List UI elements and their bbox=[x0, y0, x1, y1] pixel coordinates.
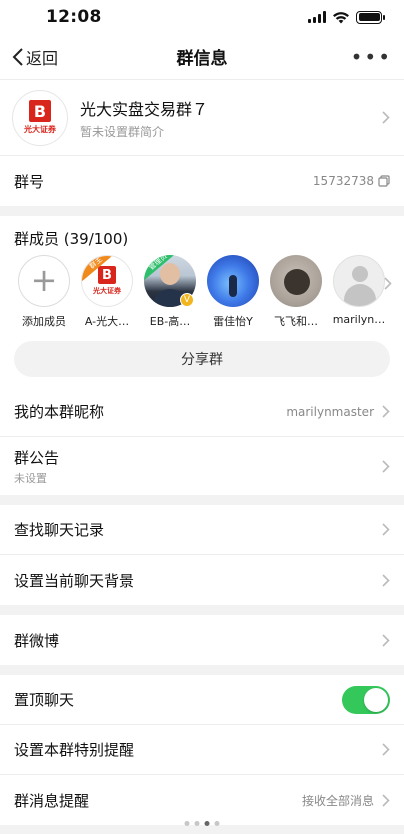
member-logo-mark: B bbox=[98, 266, 116, 284]
pin-chat-toggle[interactable] bbox=[342, 685, 390, 714]
chat-background-label: 设置当前聊天背景 bbox=[14, 571, 135, 590]
group-logo-mark: B bbox=[29, 100, 51, 122]
members-title: 群成员 (39/100) bbox=[14, 230, 129, 248]
chevron-right-icon bbox=[382, 405, 390, 418]
group-number-row[interactable]: 群号 15732738 bbox=[0, 156, 404, 206]
nickname-label: 我的本群昵称 bbox=[14, 403, 105, 421]
message-reminder-label: 群消息提醒 bbox=[14, 791, 90, 810]
chevron-right-icon bbox=[382, 111, 390, 124]
member-avatar bbox=[333, 255, 385, 307]
back-label: 返回 bbox=[26, 48, 59, 68]
status-icons bbox=[308, 10, 385, 24]
member-item[interactable]: 管理员 V EB-高… bbox=[138, 255, 202, 329]
member-item[interactable]: 雷佳怡Y bbox=[201, 255, 265, 329]
special-reminder-label: 设置本群特别提醒 bbox=[14, 741, 135, 759]
pin-chat-row: 置顶聊天 bbox=[0, 675, 404, 725]
member-avatar: B 光大证券 群主 bbox=[81, 255, 133, 307]
chevron-right-icon bbox=[382, 523, 390, 536]
nav-bar: 返回 群信息 ••• bbox=[0, 34, 404, 80]
special-reminder-row[interactable]: 设置本群特别提醒 bbox=[0, 725, 404, 775]
chevron-right-icon bbox=[382, 459, 390, 473]
member-name: EB-高… bbox=[149, 315, 191, 328]
member-item[interactable]: 飞飞和… bbox=[264, 255, 328, 329]
group-section: B 光大证券 光大实盘交易群７ 暂未设置群简介 群号 15732738 bbox=[0, 80, 404, 206]
message-reminder-value: 接收全部消息 bbox=[301, 793, 374, 808]
chevron-right-icon[interactable] bbox=[384, 277, 392, 290]
message-reminder-row[interactable]: 群消息提醒 接收全部消息 bbox=[0, 775, 404, 825]
wifi-icon bbox=[333, 11, 349, 23]
pin-chat-label: 置顶聊天 bbox=[14, 691, 75, 709]
chat-background-row[interactable]: 设置当前聊天背景 bbox=[0, 555, 404, 605]
chevron-right-icon bbox=[382, 573, 390, 587]
page-indicator bbox=[184, 821, 220, 826]
nickname-row[interactable]: 我的本群昵称 marilynmaster bbox=[0, 387, 404, 437]
member-name: marilyn… bbox=[332, 313, 386, 326]
member-list: + 添加成员 B 光大证券 群主 A-光大… 管理员 V EB-高… 雷佳怡Y … bbox=[0, 255, 404, 329]
chevron-right-icon bbox=[382, 743, 390, 756]
group-name: 光大实盘交易群７ bbox=[80, 99, 209, 119]
group-info: 光大实盘交易群７ 暂未设置群简介 bbox=[80, 96, 382, 140]
group-avatar: B 光大证券 bbox=[12, 89, 68, 146]
add-member-button[interactable]: + 添加成员 bbox=[12, 255, 76, 329]
member-avatar-wrap: 管理员 V bbox=[144, 255, 196, 307]
verified-icon: V bbox=[180, 293, 194, 307]
share-group-button[interactable]: 分享群 bbox=[14, 341, 390, 377]
group-number-label: 群号 bbox=[14, 172, 45, 191]
copy-icon[interactable] bbox=[378, 175, 390, 187]
member-item[interactable]: B 光大证券 群主 A-光大… bbox=[75, 255, 139, 329]
nickname-value: marilynmaster bbox=[286, 404, 374, 419]
group-logo-text: 光大证券 bbox=[24, 125, 56, 134]
announcement-row[interactable]: 群公告 未设置 bbox=[0, 437, 404, 495]
member-avatar bbox=[270, 255, 322, 307]
search-history-label: 查找聊天记录 bbox=[14, 521, 105, 539]
member-name: 飞飞和… bbox=[274, 315, 318, 328]
member-logo-text: 光大证券 bbox=[93, 287, 121, 295]
chevron-right-icon bbox=[382, 633, 390, 647]
group-weibo-label: 群微博 bbox=[14, 631, 60, 650]
page-title: 群信息 bbox=[176, 49, 228, 69]
announcement-value: 未设置 bbox=[14, 471, 47, 485]
member-avatar bbox=[207, 255, 259, 307]
status-time: 12:08 bbox=[46, 7, 102, 27]
member-name: A-光大… bbox=[84, 315, 130, 328]
group-profile-row[interactable]: B 光大证券 光大实盘交易群７ 暂未设置群简介 bbox=[0, 80, 404, 156]
search-history-row[interactable]: 查找聊天记录 bbox=[0, 505, 404, 555]
more-button[interactable]: ••• bbox=[351, 47, 392, 67]
members-section: 群成员 (39/100) + 添加成员 B 光大证券 群主 A-光大… 管理员 … bbox=[0, 216, 404, 387]
group-description: 暂未设置群简介 bbox=[80, 124, 165, 139]
group-weibo-row[interactable]: 群微博 bbox=[0, 615, 404, 665]
battery-icon bbox=[356, 10, 385, 24]
status-bar: 12:08 bbox=[0, 0, 404, 34]
chevron-left-icon bbox=[12, 47, 23, 66]
member-name: 雷佳怡Y bbox=[213, 315, 253, 328]
add-member-avatar: + bbox=[18, 255, 70, 307]
member-name: 添加成员 bbox=[22, 315, 66, 328]
back-button[interactable]: 返回 bbox=[12, 45, 58, 69]
group-number-value: 15732738 bbox=[312, 174, 374, 188]
cellular-signal-icon bbox=[308, 11, 326, 23]
chevron-right-icon bbox=[382, 793, 390, 807]
announcement-label: 群公告 bbox=[14, 448, 60, 467]
member-item[interactable]: marilyn… bbox=[327, 255, 391, 326]
plus-icon: + bbox=[30, 261, 58, 299]
